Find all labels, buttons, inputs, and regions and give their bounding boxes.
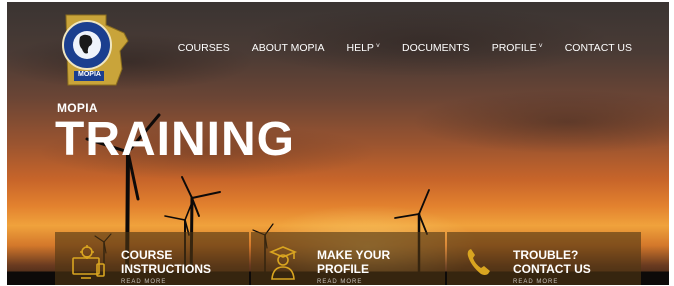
nav-courses-label: COURSES xyxy=(177,42,230,54)
chevron-down-icon: ˅ xyxy=(375,42,381,50)
card-title-2: INSTRUCTIONS xyxy=(121,262,211,276)
nav-profile-label: PROFILE xyxy=(491,42,537,54)
read-more-link[interactable]: READ MORE xyxy=(121,279,211,285)
nav-documents[interactable]: DOCUMENTS xyxy=(391,42,481,54)
feature-cards: COURSE INSTRUCTIONS READ MORE MAKE YOUR … xyxy=(55,232,641,285)
nav-profile[interactable]: PROFILE ˅ xyxy=(481,42,554,54)
hero-title: TRAINING xyxy=(55,113,295,166)
read-more-link[interactable]: READ MORE xyxy=(317,279,390,285)
nav-contact-us[interactable]: CONTACT US xyxy=(554,42,643,54)
chevron-down-icon: ˅ xyxy=(538,42,543,50)
nav-help[interactable]: HELP ˅ xyxy=(335,42,391,54)
graduate-icon xyxy=(268,246,298,280)
main-navigation: COURSES ABOUT MOPIA HELP ˅ DOCUMENTS PROF… xyxy=(167,42,643,54)
nav-about-label: ABOUT MOPIA xyxy=(251,42,325,54)
nav-help-label: HELP xyxy=(346,42,374,54)
phone-icon xyxy=(467,249,490,275)
card-contact-us[interactable]: TROUBLE? CONTACT US READ MORE xyxy=(447,232,641,285)
mopia-logo[interactable]: MOPIA xyxy=(54,11,134,87)
card-make-profile[interactable]: MAKE YOUR PROFILE READ MORE xyxy=(251,232,445,285)
card-title: COURSE xyxy=(121,248,173,262)
nav-contact-label: CONTACT US xyxy=(564,42,632,54)
nav-documents-label: DOCUMENTS xyxy=(402,42,470,54)
gear-computer-icon xyxy=(72,245,105,279)
card-title-2: CONTACT US xyxy=(513,262,591,276)
card-title-2: PROFILE xyxy=(317,262,370,276)
card-course-instructions[interactable]: COURSE INSTRUCTIONS READ MORE xyxy=(55,232,249,285)
hero-banner: MOPIA COURSES ABOUT MOPIA HELP ˅ DOCUMENT… xyxy=(7,2,669,285)
card-title: TROUBLE? xyxy=(513,248,579,262)
logo-text: MOPIA xyxy=(78,71,101,78)
card-title: MAKE YOUR xyxy=(317,248,391,262)
nav-about-mopia[interactable]: ABOUT MOPIA xyxy=(241,42,336,54)
nav-courses[interactable]: COURSES xyxy=(167,42,241,54)
read-more-link[interactable]: READ MORE xyxy=(513,279,591,285)
